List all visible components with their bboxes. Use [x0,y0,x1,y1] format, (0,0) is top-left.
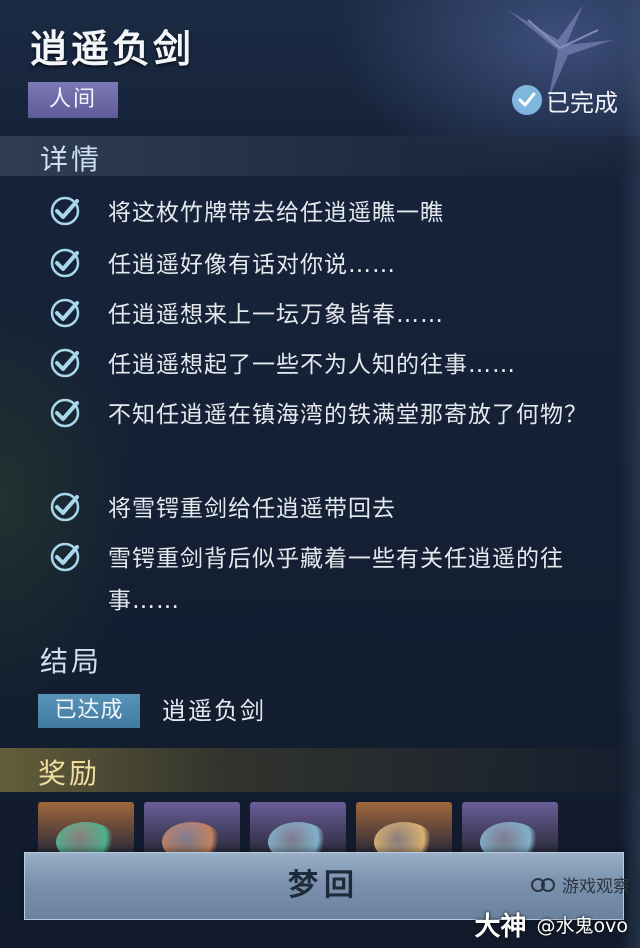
brand-name: 大神 [474,912,527,942]
task-text: 将这枚竹牌带去给任逍遥瞧一瞧 [108,200,444,226]
details-heading: 详情 [40,143,103,176]
reward-slot[interactable] [38,802,134,854]
task-check-icon [50,248,80,278]
author-handle: @水鬼ovo [536,915,629,937]
jade-ring-icon [56,822,116,854]
task-item: 雪锷重剑背后似乎藏着一些有关任逍遥的往事…… [48,538,624,622]
task-check-icon [50,348,80,378]
quest-title: 逍遥负剑 [30,27,195,71]
channel-name: 游戏观察 [562,877,630,897]
eye-logo-icon [531,877,555,892]
task-text: 将雪锷重剑给任逍遥带回去 [108,496,396,522]
rewards-heading: 奖励 [38,757,101,790]
world-tag: 人间 [28,82,118,118]
task-item: 不知任逍遥在镇海湾的铁满堂那寄放了何物？ [48,394,624,436]
ending-name: 逍遥负剑 [162,697,266,725]
task-text: 任逍遥想起了一些不为人知的往事…… [108,352,516,378]
weapon-icon [162,822,222,854]
task-text: 任逍遥想来上一坛万象皆春…… [108,302,444,328]
reward-slot[interactable] [250,802,346,854]
task-item: 将雪锷重剑给任逍遥带回去 [48,488,624,530]
jade-ornament-icon [268,822,328,854]
task-check-icon [50,298,80,328]
reward-slot[interactable] [462,802,558,854]
task-check-icon [50,542,80,572]
task-check-icon [50,492,80,522]
channel-watermark: 游戏观察 [530,872,630,897]
completion-status: 已完成 [512,84,618,117]
task-check-icon [50,398,80,428]
ending-heading: 结局 [40,645,103,678]
task-text: 任逍遥好像有话对你说…… [108,252,396,278]
reward-slot[interactable] [144,802,240,854]
ending-status-badge: 已达成 [38,694,140,728]
brand-watermark: 大神 @水鬼ovo [474,906,628,943]
check-icon [512,85,542,115]
task-text: 雪锷重剑背后似乎藏着一些有关任逍遥的往事…… [108,546,564,614]
task-item: 将这枚竹牌带去给任逍遥瞧一瞧 [48,192,624,234]
status-label: 已完成 [546,88,618,117]
jade-ornament-icon [480,822,540,854]
map-scroll-icon [374,822,434,854]
task-text: 不知任逍遥在镇海湾的铁满堂那寄放了何物？ [108,402,588,428]
reward-slot[interactable] [356,802,452,854]
task-check-icon [50,196,80,226]
task-item: 任逍遥好像有话对你说…… [48,244,624,286]
task-item: 任逍遥想来上一坛万象皆春…… [48,294,624,336]
task-item: 任逍遥想起了一些不为人知的往事…… [48,344,624,386]
